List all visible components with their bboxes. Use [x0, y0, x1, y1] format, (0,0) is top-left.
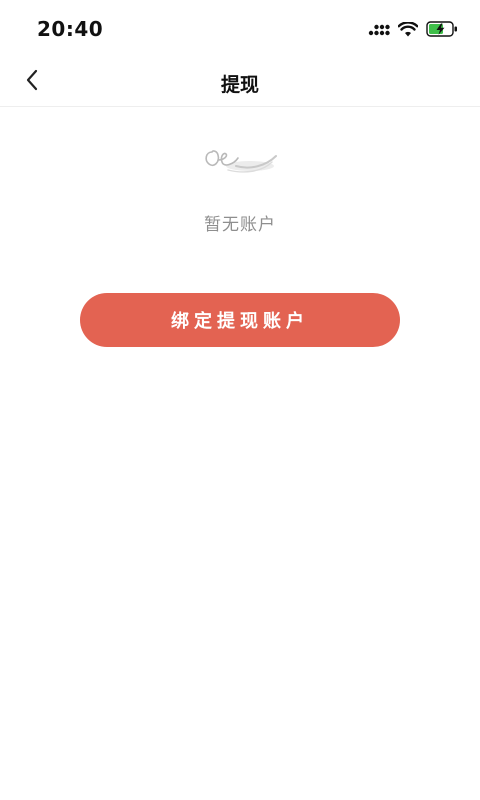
bind-withdraw-account-button[interactable]: 绑定提现账户 [80, 293, 400, 347]
nav-bar: 提现 [0, 58, 480, 107]
signal-icon [368, 22, 390, 36]
battery-charging-icon [426, 21, 458, 37]
empty-scribble-icon [200, 142, 280, 182]
status-icons [368, 19, 458, 39]
status-time: 20:40 [37, 17, 104, 41]
empty-message: 暂无账户 [204, 215, 276, 235]
status-bar: 20:40 [0, 0, 480, 58]
wifi-icon [398, 21, 418, 37]
page-title: 提现 [220, 74, 259, 96]
